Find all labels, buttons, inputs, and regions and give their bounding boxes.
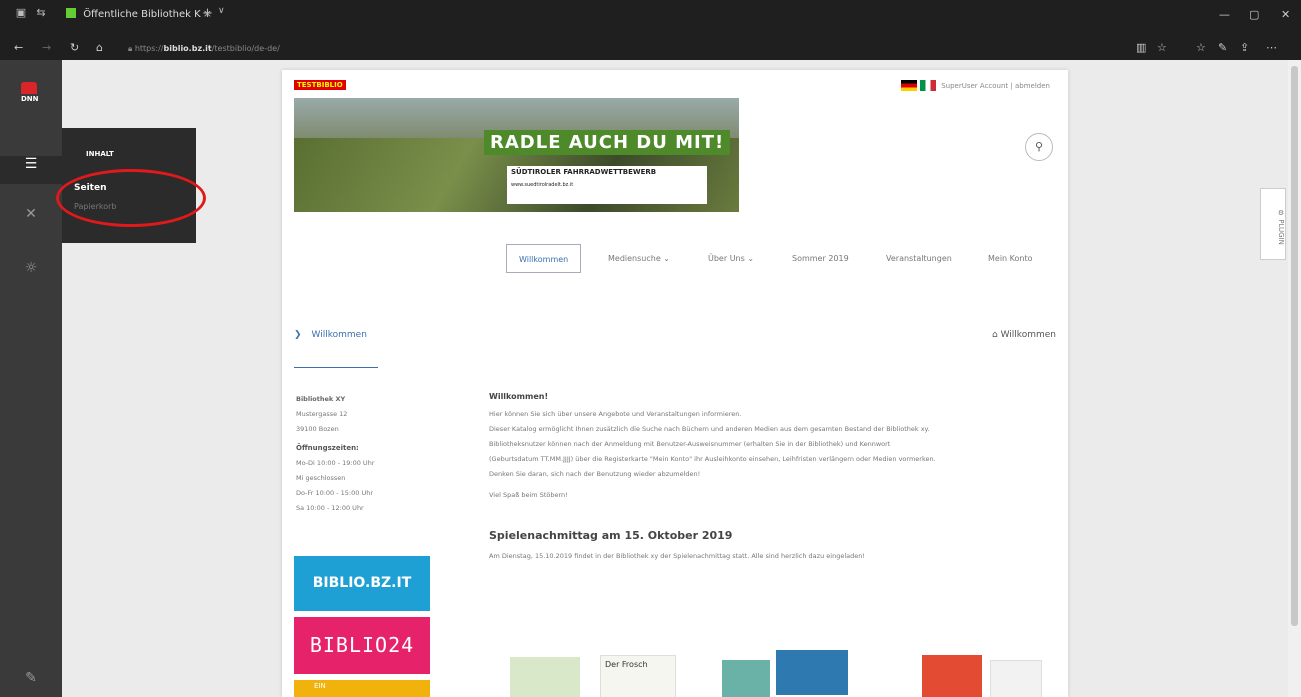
top-bar: SuperUser Account | abmelden <box>900 80 1050 91</box>
breadcrumb-right: ⌂ Willkommen <box>992 330 1056 340</box>
breadcrumb-underline <box>294 367 378 368</box>
welcome-text: Hier können Sie sich über unsere Angebot… <box>489 410 936 478</box>
book-cover-4[interactable] <box>776 650 848 695</box>
favorites-hub-icon[interactable]: ☆ <box>1196 41 1206 54</box>
content-menu-icon[interactable]: ☰ <box>0 156 62 184</box>
reading-view-icon[interactable]: ▥ <box>1136 41 1146 54</box>
breadcrumb: ❯ Willkommen <box>294 330 367 340</box>
book-cover-2[interactable]: Der Frosch <box>600 655 676 697</box>
close-window-button[interactable]: ✕ <box>1281 8 1290 21</box>
logout-link[interactable]: abmelden <box>1015 82 1050 90</box>
browser-window: ▣ ⇆ Öffentliche Bibliothek K × + ∨ — ▢ ✕… <box>0 0 1301 697</box>
address-bar[interactable]: 🔒︎ https://biblio.bz.it/testbiblio/de-de… <box>128 41 378 57</box>
biblio-bz-logo[interactable]: BIBLIO.BZ.IT <box>294 556 430 611</box>
book-cover-5[interactable] <box>922 655 982 697</box>
library-address: Bibliothek XY Mustergasse 12 39100 Bozen… <box>296 395 375 512</box>
banner-headline: RADLE AUCH DU MIT! <box>484 130 731 155</box>
third-logo[interactable]: EIN <box>294 680 430 697</box>
tab-menu-chevron-icon[interactable]: ∨ <box>218 6 225 16</box>
home-icon[interactable]: ⌂ <box>992 330 998 340</box>
menu-item-willkommen[interactable]: Willkommen <box>506 244 582 273</box>
forward-button[interactable]: → <box>42 41 51 54</box>
plugin-gear-icon: ⚙ <box>1277 209 1285 218</box>
menu-item-mediensuche[interactable]: Mediensuche ⌄ <box>608 244 670 273</box>
lock-icon: 🔒︎ <box>128 44 135 53</box>
menu-item-mein-konto[interactable]: Mein Konto <box>988 244 1033 273</box>
tab-title: Öffentliche Bibliothek K <box>83 9 201 20</box>
flyout-header: INHALT <box>86 150 114 158</box>
tools-icon[interactable]: ✕ <box>0 206 62 222</box>
maximize-button[interactable]: ▢ <box>1249 8 1259 21</box>
site-page: TESTBIBLIO SuperUser Account | abmelden … <box>282 70 1068 697</box>
book-cover-3[interactable] <box>722 660 770 697</box>
tabs-aside-icon[interactable]: ▣ <box>14 6 28 20</box>
search-icon[interactable]: ⚲ <box>1025 133 1053 161</box>
plugin-panel-tab[interactable]: ⚙ PLUGIN <box>1260 188 1286 260</box>
minimize-button[interactable]: — <box>1219 8 1230 21</box>
edit-pencil-icon[interactable]: ✎ <box>0 670 62 686</box>
event-text: Am Dienstag, 15.10.2019 findet in der Bi… <box>489 552 865 560</box>
welcome-title: Willkommen! <box>489 392 549 401</box>
site-brand[interactable]: TESTBIBLIO <box>294 80 346 90</box>
pen-icon[interactable]: ✎ <box>1218 41 1227 54</box>
home-button[interactable]: ⌂ <box>96 41 103 54</box>
settings-gear-icon[interactable]: ☼ <box>0 260 62 276</box>
more-icon[interactable]: ⋯ <box>1266 41 1277 54</box>
menu-item-ueber-uns[interactable]: Über Uns ⌄ <box>708 244 754 273</box>
new-tab-button[interactable]: + <box>202 6 213 21</box>
menu-item-sommer[interactable]: Sommer 2019 <box>792 244 849 273</box>
event-title[interactable]: Spielenachmittag am 15. Oktober 2019 <box>489 529 1059 542</box>
banner-url: www.suedtirolradelt.bz.it <box>511 182 574 188</box>
main-content: Willkommen! Hier können Sie sich über un… <box>489 392 1059 560</box>
biblio24-logo[interactable]: BIBLIO24 <box>294 617 430 674</box>
book-cover-1[interactable] <box>510 657 580 697</box>
dnn-logo[interactable]: DNN <box>21 82 41 106</box>
scrollbar-thumb[interactable] <box>1291 66 1298 626</box>
dnn-persona-bar: DNN ☰ ✕ ☼ ✎ <box>0 60 62 697</box>
chevron-right-icon: ❯ <box>294 330 302 340</box>
favorite-star-icon[interactable]: ☆ <box>1157 41 1167 54</box>
share-icon[interactable]: ⇪ <box>1240 41 1249 54</box>
account-link[interactable]: SuperUser Account <box>941 82 1008 90</box>
browser-navbar: ← → ↻ ⌂ 🔒︎ https://biblio.bz.it/testbibl… <box>0 38 1301 60</box>
favicon-icon <box>66 8 76 18</box>
banner-image[interactable]: RADLE AUCH DU MIT! SÜDTIROLER FAHRRADWET… <box>294 98 739 212</box>
banner-subtitle: SÜDTIROLER FAHRRADWETTBEWERB <box>511 168 657 176</box>
browser-titlebar: ▣ ⇆ Öffentliche Bibliothek K × + ∨ — ▢ ✕ <box>0 0 1301 38</box>
menu-item-veranstaltungen[interactable]: Veranstaltungen <box>886 244 952 273</box>
italian-flag-icon[interactable] <box>919 80 936 91</box>
book-cover-6[interactable] <box>990 660 1042 697</box>
back-button[interactable]: ← <box>14 41 23 54</box>
tab-preview-icon[interactable]: ⇆ <box>34 6 48 20</box>
highlight-circle <box>56 169 206 227</box>
welcome-closing: Viel Spaß beim Stöbern! <box>489 491 568 499</box>
german-flag-icon[interactable] <box>900 80 917 91</box>
refresh-button[interactable]: ↻ <box>70 41 79 54</box>
